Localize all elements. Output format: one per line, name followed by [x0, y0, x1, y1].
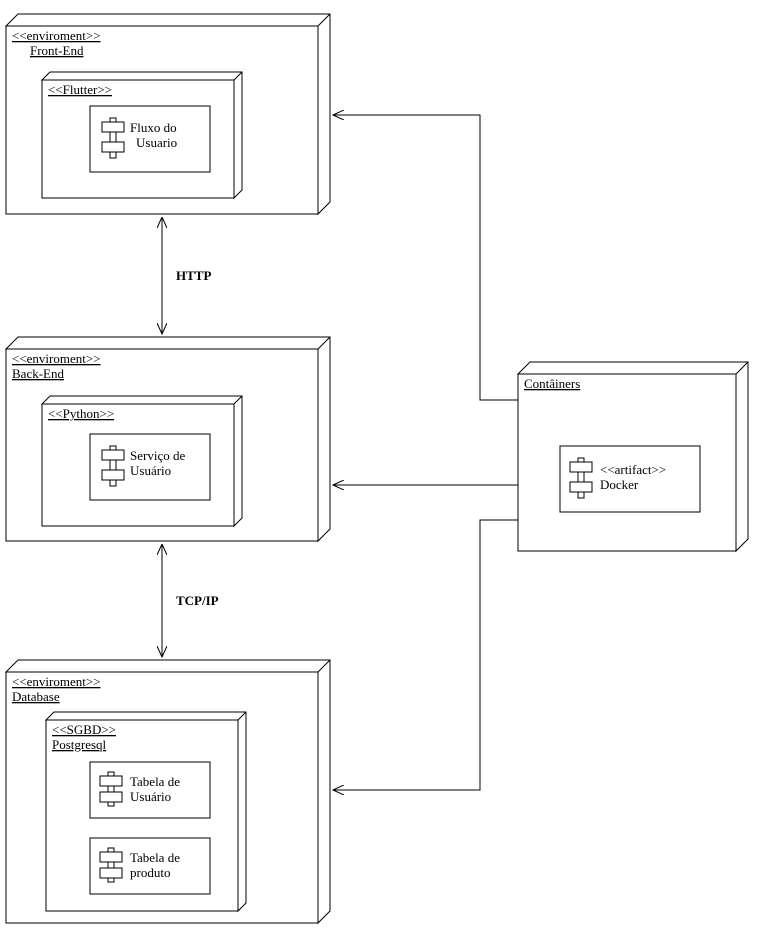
python-node: <<Python>> Serviço de Usuário: [42, 396, 242, 526]
fluxo-line1: Fluxo do: [130, 120, 177, 135]
sgbd-stereotype: <<SGBD>>: [52, 722, 116, 737]
flutter-stereotype: <<Flutter>>: [48, 82, 112, 97]
tabela-produto-component: Tabela de produto: [90, 838, 210, 894]
tab-prod-line1: Tabela de: [130, 850, 180, 865]
containers-to-database: [333, 520, 518, 790]
fluxo-usuario-component: Fluxo do Usuario: [90, 106, 210, 172]
http-label: HTTP: [176, 268, 211, 283]
database-name: Database: [12, 689, 60, 704]
tab-usr-line1: Tabela de: [130, 774, 180, 789]
postgresql-node: <<SGBD>> Postgresql Tabela de Usuário Ta…: [46, 712, 246, 911]
tab-prod-line2: produto: [130, 865, 170, 880]
python-stereotype: <<Python>>: [48, 406, 114, 421]
servico-line1: Serviço de: [130, 448, 185, 463]
docker-line1: <<artifact>>: [600, 462, 666, 477]
flutter-node: <<Flutter>> Fluxo do Usuario: [42, 72, 242, 198]
fluxo-line2: Usuario: [136, 135, 177, 150]
backend-node: <<enviroment>> Back-End <<Python>> Servi…: [6, 337, 330, 541]
postgresql-name: Postgresql: [52, 737, 107, 752]
frontend-name: Front-End: [30, 43, 84, 58]
backend-stereotype: <<enviroment>>: [12, 351, 101, 366]
frontend-stereotype: <<enviroment>>: [12, 28, 101, 43]
frontend-node: <<enviroment>> Front-End <<Flutter>> Flu…: [6, 14, 330, 214]
tcpip-label: TCP/IP: [176, 593, 219, 608]
containers-name: Contâiners: [524, 376, 580, 391]
docker-component: <<artifact>> Docker: [560, 446, 700, 512]
database-node: <<enviroment>> Database <<SGBD>> Postgre…: [6, 660, 330, 923]
tab-usr-line2: Usuário: [130, 789, 171, 804]
docker-line2: Docker: [600, 477, 639, 492]
database-stereotype: <<enviroment>>: [12, 674, 101, 689]
deployment-diagram: <<enviroment>> Front-End <<Flutter>> Flu…: [0, 0, 771, 931]
servico-usuario-component: Serviço de Usuário: [90, 434, 210, 500]
containers-node: Contâiners <<artifact>> Docker: [518, 362, 748, 551]
containers-to-frontend: [333, 115, 518, 400]
backend-name: Back-End: [12, 366, 64, 381]
servico-line2: Usuário: [130, 463, 171, 478]
tabela-usuario-component: Tabela de Usuário: [90, 762, 210, 818]
